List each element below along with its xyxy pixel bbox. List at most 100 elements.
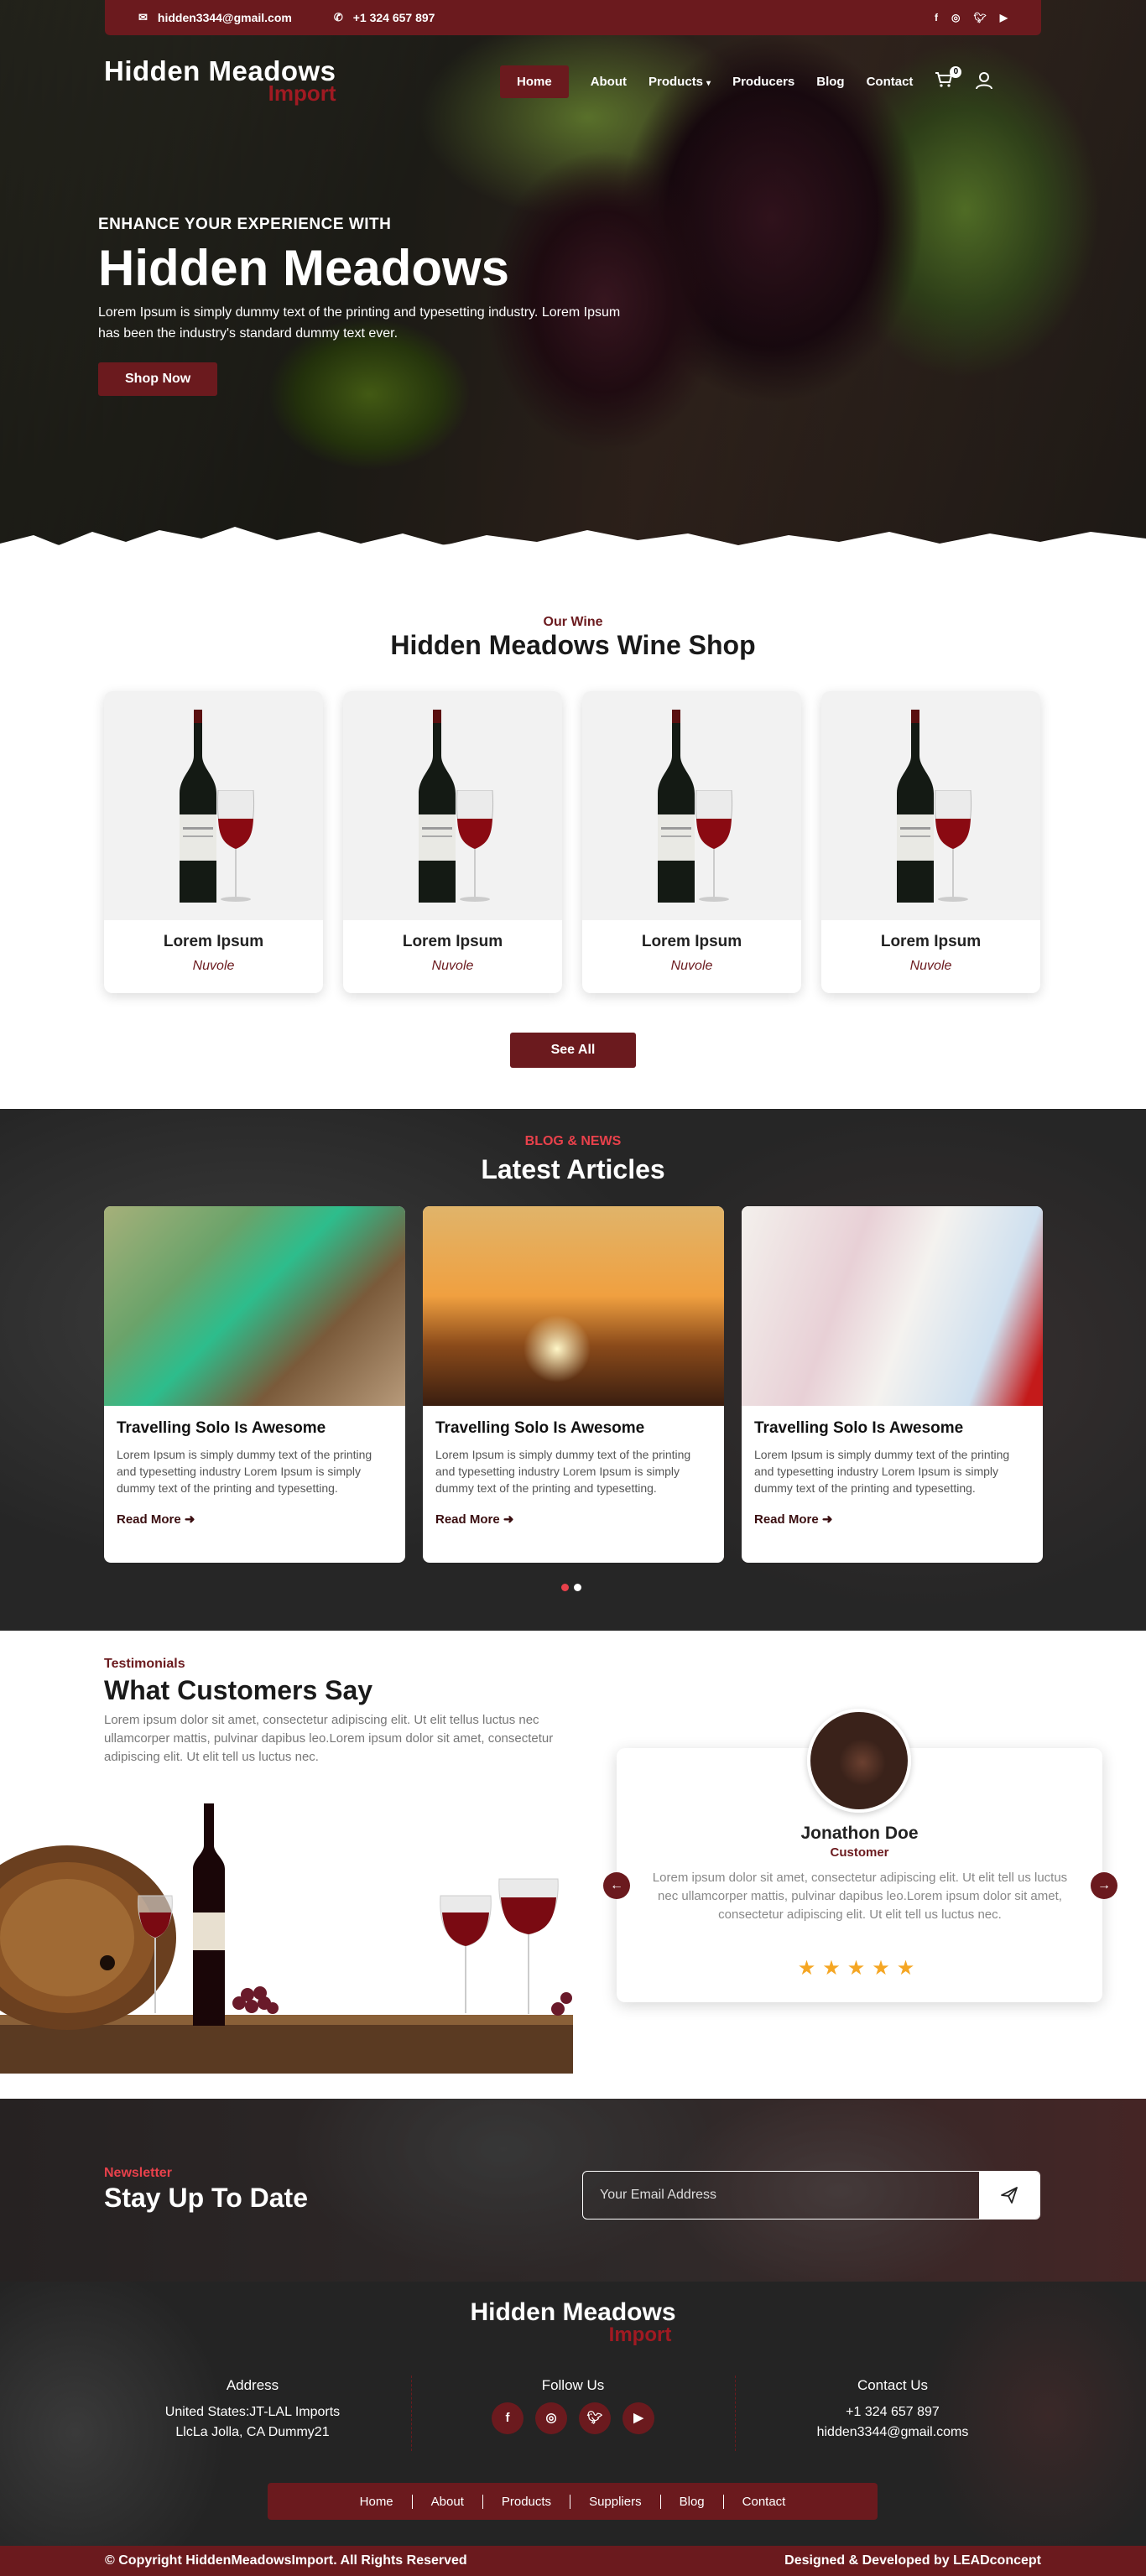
- address-heading: Address: [226, 2377, 279, 2393]
- read-more-link[interactable]: Read More ➜: [435, 1512, 724, 1527]
- see-all-button[interactable]: See All: [510, 1033, 636, 1068]
- nav-blog[interactable]: Blog: [816, 75, 844, 89]
- shop-title: Hidden Meadows Wine Shop: [390, 630, 756, 660]
- contact-email[interactable]: hidden3344@gmail.coms: [767, 2422, 1018, 2443]
- blog-title: Latest Articles: [481, 1154, 665, 1184]
- blog-subtitle: BLOG & NEWS: [524, 1134, 622, 1148]
- wine-glass-icon: [456, 790, 494, 902]
- article-list: Travelling Solo Is Awesome Lorem Ipsum i…: [104, 1206, 1043, 1563]
- footer-nav: Home About Products Suppliers Blog Conta…: [268, 2483, 878, 2520]
- wine-bottle-icon: [658, 710, 695, 903]
- hero-description: Lorem Ipsum is simply dummy text of the …: [98, 305, 621, 341]
- send-icon[interactable]: [979, 2172, 1039, 2219]
- star-rating: ★★★★★: [797, 1957, 922, 1980]
- product-card[interactable]: Lorem Ipsum Nuvole: [821, 691, 1040, 993]
- shop-now-button[interactable]: Shop Now: [98, 362, 218, 396]
- facebook-icon[interactable]: f: [492, 2402, 524, 2434]
- hero-section: Hidden Meadows Import Home About Product…: [0, 0, 1146, 570]
- footer-nav-home[interactable]: Home: [341, 2494, 413, 2509]
- arrow-right-icon: ➜: [503, 1512, 514, 1527]
- topbar-email-text: hidden3344@gmail.com: [157, 11, 292, 24]
- article-image: [423, 1206, 724, 1406]
- site-logo[interactable]: Hidden Meadows Import: [104, 55, 336, 107]
- youtube-icon[interactable]: ▶: [1000, 12, 1008, 23]
- youtube-icon[interactable]: ▶: [622, 2402, 654, 2434]
- developer-credit[interactable]: Designed & Developed by LEADconcept: [784, 2553, 1041, 2568]
- contact-phone[interactable]: +1 324 657 897: [767, 2402, 1018, 2422]
- address-line2: LlcLa Jolla, CA Dummy21: [175, 2425, 330, 2439]
- product-variety: Nuvole: [909, 959, 952, 973]
- testimonial-quote: Lorem ipsum dolor sit amet, consectetur …: [652, 1871, 1068, 1922]
- product-card[interactable]: Lorem Ipsum Nuvole: [104, 691, 323, 993]
- next-arrow-icon[interactable]: →: [1091, 1872, 1117, 1899]
- wine-shop-header: Our Wine Hidden Meadows Wine Shop: [0, 615, 1146, 661]
- read-more-link[interactable]: Read More ➜: [754, 1512, 1043, 1527]
- cart-icon[interactable]: 0: [935, 65, 962, 93]
- footer-nav-blog[interactable]: Blog: [661, 2494, 724, 2509]
- nav-producers[interactable]: Producers: [732, 75, 794, 89]
- footer-logo[interactable]: Hidden Meadows Import: [0, 2298, 1146, 2347]
- facebook-icon[interactable]: f: [935, 12, 938, 23]
- footer-follow: Follow Us f ◎ 🐦︎ ▶: [447, 2376, 699, 2434]
- arrow-right-icon: ➜: [184, 1512, 195, 1527]
- carousel-dot[interactable]: [574, 1584, 581, 1591]
- testimonials-header: Testimonials What Customers Say Lorem ip…: [104, 1657, 557, 1767]
- article-title[interactable]: Travelling Solo Is Awesome: [117, 1419, 405, 1438]
- product-card[interactable]: Lorem Ipsum Nuvole: [582, 691, 801, 993]
- blog-section: BLOG & NEWS Latest Articles Travelling S…: [0, 1109, 1146, 1631]
- product-name: Lorem Ipsum: [402, 933, 503, 950]
- chevron-down-icon: ▾: [706, 79, 711, 88]
- footer-nav-suppliers[interactable]: Suppliers: [570, 2494, 661, 2509]
- wine-glass-icon: [216, 790, 255, 902]
- product-card[interactable]: Lorem Ipsum Nuvole: [343, 691, 562, 993]
- email-field[interactable]: [583, 2172, 979, 2219]
- article-title[interactable]: Travelling Solo Is Awesome: [435, 1419, 724, 1438]
- read-more-label: Read More: [754, 1512, 819, 1527]
- article-card[interactable]: Travelling Solo Is Awesome Lorem Ipsum i…: [104, 1206, 405, 1563]
- copyright-bar: © Copyright HiddenMeadowsImport. All Rig…: [0, 2546, 1146, 2576]
- footer-logo-name: Hidden Meadows: [470, 2298, 676, 2326]
- wine-bottle-icon: [419, 710, 456, 903]
- address-line1: United States:JT-LAL Imports: [164, 2405, 341, 2419]
- footer-social-links: f ◎ 🐦︎ ▶: [447, 2402, 699, 2434]
- article-title[interactable]: Travelling Solo Is Awesome: [754, 1419, 1043, 1438]
- prev-arrow-icon[interactable]: ←: [603, 1872, 630, 1899]
- nav-contact[interactable]: Contact: [867, 75, 914, 89]
- wine-barrel-image: [0, 1787, 573, 2074]
- footer-address: Address United States:JT-LAL Imports Llc…: [127, 2376, 378, 2443]
- footer-nav-products[interactable]: Products: [483, 2494, 571, 2509]
- instagram-icon[interactable]: ◎: [535, 2402, 567, 2434]
- article-image: [104, 1206, 405, 1406]
- footer-nav-contact[interactable]: Contact: [724, 2495, 805, 2509]
- user-account-icon[interactable]: [975, 71, 993, 93]
- read-more-link[interactable]: Read More ➜: [117, 1512, 405, 1527]
- topbar-email[interactable]: ✉ hidden3344@gmail.com: [138, 11, 292, 24]
- contact-heading: Contact Us: [857, 2377, 929, 2393]
- article-card[interactable]: Travelling Solo Is Awesome Lorem Ipsum i…: [742, 1206, 1043, 1563]
- instagram-icon[interactable]: ◎: [951, 12, 960, 23]
- main-nav: Home About Products ▾ Producers Blog Cont…: [500, 65, 993, 98]
- newsletter-form: [582, 2171, 1040, 2220]
- product-name: Lorem Ipsum: [641, 933, 742, 950]
- product-variety: Nuvole: [431, 959, 474, 973]
- footer-nav-about[interactable]: About: [413, 2494, 483, 2509]
- product-image: [582, 691, 801, 920]
- nav-home[interactable]: Home: [500, 65, 569, 98]
- testimonial-role: Customer: [830, 1845, 889, 1860]
- article-excerpt: Lorem Ipsum is simply dummy text of the …: [435, 1448, 691, 1495]
- nav-about[interactable]: About: [591, 75, 627, 89]
- wine-bottle-icon: [897, 710, 934, 903]
- product-name: Lorem Ipsum: [163, 933, 264, 950]
- nav-products[interactable]: Products ▾: [649, 75, 711, 89]
- topbar-phone[interactable]: ✆ +1 324 657 897: [334, 11, 435, 24]
- topbar-phone-text: +1 324 657 897: [352, 11, 435, 24]
- article-excerpt: Lorem Ipsum is simply dummy text of the …: [117, 1448, 372, 1495]
- carousel-dots: [561, 1584, 581, 1591]
- carousel-dot-active[interactable]: [561, 1584, 569, 1591]
- newsletter-section: Newsletter Stay Up To Date: [0, 2099, 1146, 2282]
- article-card[interactable]: Travelling Solo Is Awesome Lorem Ipsum i…: [423, 1206, 724, 1563]
- phone-icon: ✆: [333, 11, 343, 23]
- twitter-icon[interactable]: 🐦︎: [974, 12, 987, 23]
- topbar-social-links: f ◎ 🐦︎ ▶: [935, 12, 1008, 23]
- twitter-icon[interactable]: 🐦︎: [579, 2402, 611, 2434]
